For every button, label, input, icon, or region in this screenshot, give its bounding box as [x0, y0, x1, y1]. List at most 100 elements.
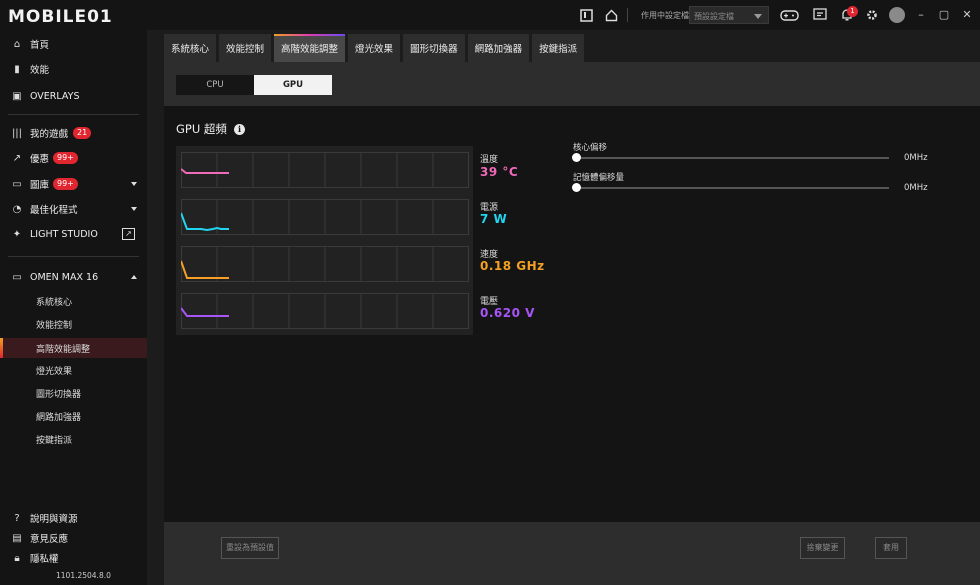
device-name: OMEN MAX 16 [30, 271, 99, 283]
sidebar-item-performance[interactable]: ▮ 效能 [0, 59, 147, 79]
reset-defaults-button[interactable]: 重設為預設值 [221, 537, 279, 559]
tab-label: 高階效能調整 [281, 44, 339, 55]
profile-select[interactable]: 預設設定檔 [689, 6, 769, 24]
sidebar-item-my-games[interactable]: ||| 我的遊戲 21 [0, 123, 147, 143]
tab-label: 系統核心 [171, 44, 210, 55]
temperature-label: 溫度 [480, 155, 499, 165]
memory-offset-value: 0MHz [904, 183, 928, 193]
sidebar-item-deals[interactable]: ↗ 優惠 99+ [0, 148, 147, 168]
sidebar-sub-label: 按鍵指派 [36, 436, 73, 446]
main-content: 系統核心 效能控制 高階效能調整 燈光效果 圖形切換器 網路加強器 按鍵指派 C… [147, 30, 980, 585]
title-bar: MOBILE01 作用中設定檔 預設設定檔 1 – ▢ ✕ [0, 0, 980, 30]
speed-chart [181, 246, 469, 282]
section-title: GPU 超頻 [176, 122, 227, 136]
gallery-icon: ▭ [12, 178, 22, 190]
close-icon[interactable]: ✕ [960, 8, 974, 22]
sidebar-item-overlays[interactable]: ▣ OVERLAYS [0, 86, 147, 106]
sidebar-sub-lighting[interactable]: 燈光效果 [0, 360, 147, 380]
chevron-down-icon[interactable] [131, 182, 137, 186]
chevron-up-icon[interactable] [131, 275, 137, 279]
laptop-icon: ▭ [12, 271, 22, 283]
avatar[interactable] [889, 7, 905, 23]
games-count-badge: 21 [73, 127, 92, 139]
sidebar-sub-performance-control[interactable]: 效能控制 [0, 314, 147, 334]
segment-gpu[interactable]: GPU [254, 75, 332, 95]
tab-system-core[interactable]: 系統核心 [164, 34, 217, 62]
profile-select-value: 預設設定檔 [694, 12, 734, 21]
memory-offset-slider[interactable] [576, 187, 889, 189]
help-icon: ? [14, 512, 20, 524]
tab-graphics-switcher[interactable]: 圖形切換器 [403, 34, 465, 62]
chevron-down-icon[interactable] [131, 207, 137, 211]
sidebar-item-label: 最佳化程式 [30, 205, 78, 216]
home-icon: ⌂ [13, 38, 21, 50]
sidebar: ⌂ 首頁 ▮ 效能 ▣ OVERLAYS ||| 我的遊戲 21 ↗ 優惠 99… [0, 30, 147, 585]
sidebar-sub-system-core[interactable]: 系統核心 [0, 291, 147, 311]
sidebar-item-label: 我的遊戲 [30, 129, 69, 140]
core-offset-slider-handle[interactable] [572, 153, 581, 162]
tab-key-assignment[interactable]: 按鍵指派 [532, 34, 585, 62]
app-version: 1101.2504.8.0 [56, 571, 111, 580]
restore-icon[interactable]: ▢ [937, 8, 951, 22]
sidebar-sub-label: 網路加強器 [36, 413, 82, 423]
power-chart [181, 199, 469, 235]
speed-sparkline [181, 246, 469, 282]
apply-button[interactable]: 套用 [875, 537, 907, 559]
optimizer-icon: ◔ [12, 203, 22, 215]
chevron-down-icon [754, 14, 762, 19]
home-icon[interactable] [603, 7, 619, 23]
sidebar-sub-network-booster[interactable]: 網路加強器 [0, 406, 147, 426]
sidebar-item-device[interactable]: ▭ OMEN MAX 16 [0, 267, 147, 287]
sidebar-sub-label: 高階效能調整 [36, 345, 91, 355]
svg-text:MOBILE01: MOBILE01 [8, 7, 113, 26]
sidebar-item-label: 圖庫 [30, 180, 50, 191]
segment-cpu[interactable]: CPU [176, 75, 254, 95]
memory-offset-slider-handle[interactable] [572, 183, 581, 192]
sidebar-item-light-studio[interactable]: ✦ LIGHT STUDIO ↗ [0, 224, 147, 244]
core-offset-value: 0MHz [904, 153, 928, 163]
launch-icon[interactable]: ↗ [122, 228, 135, 240]
core-offset-slider[interactable] [576, 157, 889, 159]
sidebar-sub-advanced-tuning[interactable]: 高階效能調整 [0, 338, 147, 358]
library-icon: ||| [11, 127, 23, 139]
overlay-icon: ▣ [12, 90, 22, 102]
sidebar-sub-label: 效能控制 [36, 321, 73, 331]
minimize-icon[interactable]: – [914, 8, 928, 22]
tab-lighting[interactable]: 燈光效果 [348, 34, 401, 62]
sidebar-item-home[interactable]: ⌂ 首頁 [0, 34, 147, 54]
sidebar-item-help[interactable]: ? 說明與資源 [0, 508, 147, 528]
voltage-sparkline [181, 293, 469, 329]
library-icon[interactable] [578, 7, 594, 23]
gear-icon[interactable] [864, 7, 880, 23]
sidebar-item-label: 效能 [30, 65, 50, 76]
tab-label: 網路加強器 [474, 44, 523, 55]
lock-icon: 🔒︎ [14, 552, 20, 564]
message-icon[interactable] [812, 7, 828, 23]
discard-changes-button[interactable]: 捨棄變更 [800, 537, 845, 559]
sidebar-item-label: 首頁 [30, 40, 50, 51]
performance-icon: ▮ [14, 63, 20, 75]
gamepad-icon[interactable] [779, 7, 799, 23]
sidebar-item-gallery[interactable]: ▭ 圖庫 99+ [0, 174, 147, 194]
sidebar-sub-label: 燈光效果 [36, 367, 73, 377]
info-icon[interactable]: i [234, 124, 245, 135]
gallery-count-badge: 99+ [53, 178, 78, 190]
sidebar-item-feedback[interactable]: ▤ 意見反應 [0, 528, 147, 548]
tab-performance-control[interactable]: 效能控制 [219, 34, 272, 62]
profile-label: 作用中設定檔 [641, 11, 689, 20]
sidebar-sub-label: 系統核心 [36, 298, 73, 308]
mobile01-logo: MOBILE01 [8, 7, 113, 26]
sidebar-item-optimizer[interactable]: ◔ 最佳化程式 [0, 199, 147, 219]
temperature-chart [181, 152, 469, 188]
tab-label: 按鍵指派 [539, 44, 578, 55]
tab-advanced-tuning[interactable]: 高階效能調整 [274, 34, 346, 62]
sidebar-sub-graphics-switcher[interactable]: 圖形切換器 [0, 383, 147, 403]
sidebar-item-label: OVERLAYS [30, 90, 80, 102]
tab-label: 效能控制 [226, 44, 265, 55]
titlebar-divider [627, 8, 628, 22]
tab-bar: 系統核心 效能控制 高階效能調整 燈光效果 圖形切換器 網路加強器 按鍵指派 [164, 34, 587, 62]
sidebar-item-privacy[interactable]: 🔒︎ 隱私權 [0, 548, 147, 568]
tab-network-booster[interactable]: 網路加強器 [467, 34, 530, 62]
sidebar-sub-key-assignment[interactable]: 按鍵指派 [0, 429, 147, 449]
voltage-value: 0.620 V [480, 306, 535, 320]
